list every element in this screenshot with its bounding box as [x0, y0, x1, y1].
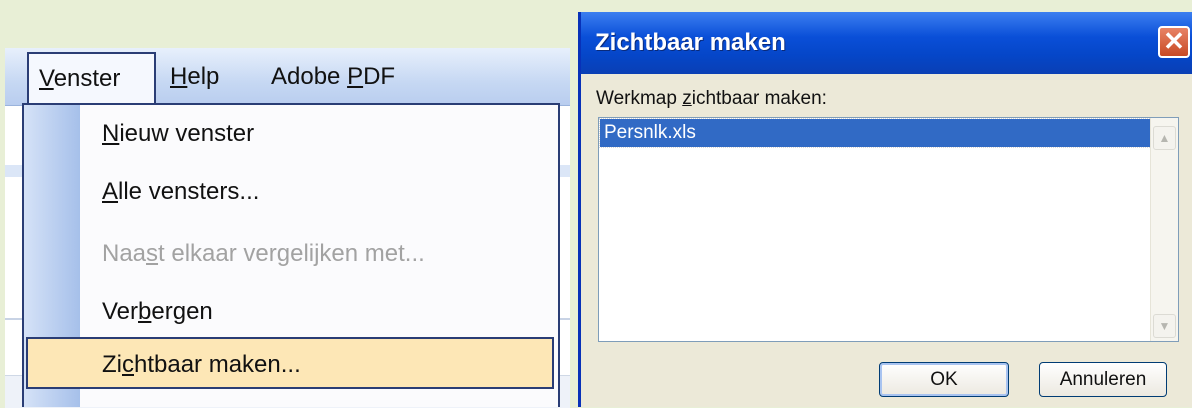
menu-adobe-pdf[interactable]: Adobe PDF [261, 48, 405, 104]
workbook-listbox[interactable]: Persnlk.xls ▲ ▼ [598, 117, 1179, 342]
zichtbaar-maken-dialog: Zichtbaar maken ✕ Werkmap zichtbaar make… [578, 12, 1192, 407]
ok-button[interactable]: OK [879, 362, 1009, 397]
scroll-down-icon[interactable]: ▼ [1153, 314, 1176, 338]
close-button[interactable]: ✕ [1158, 26, 1190, 58]
dialog-titlebar[interactable]: Zichtbaar maken ✕ [581, 12, 1192, 74]
menu-help[interactable]: Help [160, 48, 229, 104]
dialog-title: Zichtbaar maken [595, 29, 786, 56]
menu-item-naast-elkaar-vergelijken: Naast elkaar vergelijken met... [102, 240, 425, 267]
scrollbar[interactable]: ▲ ▼ [1150, 118, 1178, 341]
menu-item-alle-vensters[interactable]: Alle vensters... [24, 165, 558, 219]
menu-item-verbergen[interactable]: Verbergen [24, 285, 558, 339]
venster-dropdown-menu: Nieuw venster Alle vensters... Naast elk… [22, 103, 560, 407]
workbook-list-label: Werkmap zichtbaar maken: [596, 88, 827, 109]
menu-venster[interactable]: Venster [27, 52, 156, 105]
close-icon: ✕ [1163, 26, 1185, 56]
menu-item-nieuw-venster[interactable]: Nieuw venster [24, 107, 558, 161]
list-item[interactable]: Persnlk.xls [599, 118, 1152, 148]
cancel-button[interactable]: Annuleren [1039, 362, 1167, 397]
menu-item-zichtbaar-maken[interactable]: Zichtbaar maken... [26, 337, 554, 389]
scroll-up-icon[interactable]: ▲ [1153, 126, 1176, 150]
menu-bar: Venster Help Adobe PDF [5, 48, 570, 106]
